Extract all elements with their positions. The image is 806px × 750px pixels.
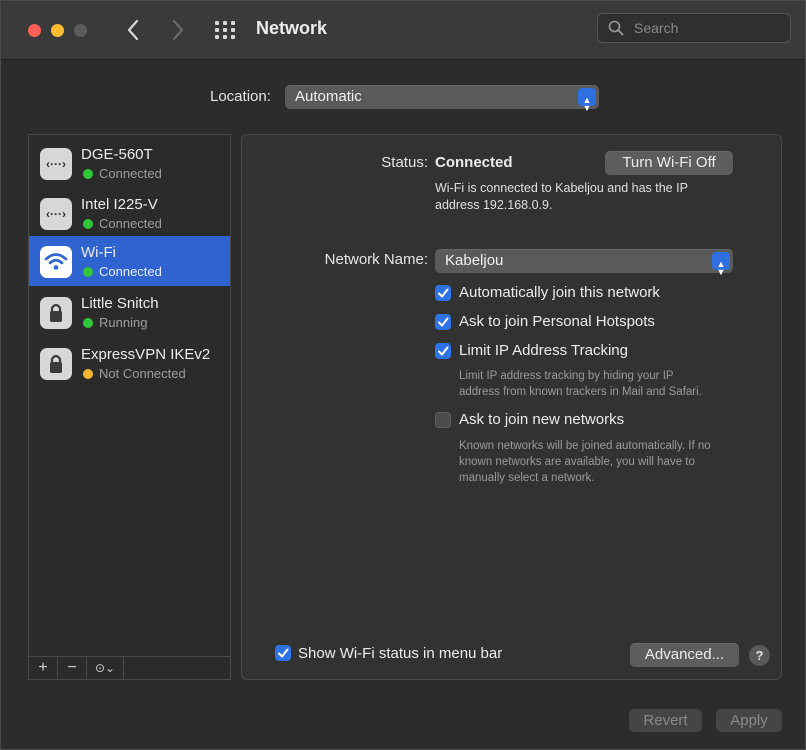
service-status: Running xyxy=(99,315,148,330)
services-sidebar: ‹···› DGE-560T Connected ‹···› Intel I22… xyxy=(28,134,231,680)
updown-chevron-icon: ▲ ▼ xyxy=(578,88,596,113)
wifi-icon xyxy=(40,246,72,278)
chevron-right-icon xyxy=(172,19,184,41)
ethernet-icon: ‹···› xyxy=(40,198,72,230)
service-status: Connected xyxy=(99,216,162,231)
limit-ip-tracking-checkbox[interactable] xyxy=(435,343,451,359)
lock-icon xyxy=(40,348,72,380)
back-button[interactable] xyxy=(122,15,144,45)
service-status: Not Connected xyxy=(99,366,186,381)
help-button[interactable]: ? xyxy=(749,645,770,666)
minimize-window-button[interactable] xyxy=(51,24,64,37)
checkmark-icon xyxy=(438,346,449,356)
sidebar-item-little-snitch[interactable]: Little Snitch Running xyxy=(29,287,230,337)
limit-ip-tracking-hint: Limit IP address tracking by hiding your… xyxy=(459,370,702,398)
network-preferences-window: Network Search Location: Automatic ▲ ▼ ‹·… xyxy=(0,0,806,750)
service-name: Little Snitch xyxy=(81,295,159,312)
apply-button[interactable]: Apply xyxy=(716,709,782,732)
network-name-label: Network Name: xyxy=(324,251,428,268)
service-status: Connected xyxy=(99,264,162,279)
title-bar: Network Search xyxy=(1,1,805,60)
status-dot-icon xyxy=(83,267,93,277)
ask-new-networks-checkbox[interactable] xyxy=(435,412,451,428)
auto-join-checkbox[interactable] xyxy=(435,285,451,301)
status-label: Status: xyxy=(381,154,428,171)
show-wifi-status-checkbox[interactable] xyxy=(275,645,291,661)
checkmark-icon xyxy=(438,288,449,298)
advanced-button[interactable]: Advanced... xyxy=(630,643,739,667)
forward-button[interactable] xyxy=(167,15,189,45)
sidebar-item-dge-560t[interactable]: ‹···› DGE-560T Connected xyxy=(29,138,230,188)
location-select[interactable]: Automatic ▲ ▼ xyxy=(285,85,599,113)
search-icon xyxy=(608,20,624,36)
status-value: Connected xyxy=(435,154,513,171)
network-name-value: Kabeljou xyxy=(445,252,504,269)
ask-hotspots-label[interactable]: Ask to join Personal Hotspots xyxy=(459,313,655,330)
status-dot-icon xyxy=(83,369,93,379)
service-status: Connected xyxy=(99,166,162,181)
search-placeholder: Search xyxy=(634,20,679,36)
chevron-left-icon xyxy=(127,19,139,41)
show-wifi-status-label[interactable]: Show Wi-Fi status in menu bar xyxy=(298,645,502,662)
status-dot-icon xyxy=(83,219,93,229)
window-title: Network xyxy=(256,18,328,38)
add-service-button[interactable]: + xyxy=(29,657,58,679)
show-all-grid-icon[interactable] xyxy=(215,21,237,39)
service-name: Wi-Fi xyxy=(81,244,116,261)
sidebar-item-intel-i225-v[interactable]: ‹···› Intel I225-V Connected xyxy=(29,188,230,238)
status-dot-icon xyxy=(83,318,93,328)
auto-join-label[interactable]: Automatically join this network xyxy=(459,284,660,301)
sidebar-item-expressvpn-ikev2[interactable]: ExpressVPN IKEv2 Not Connected xyxy=(29,338,230,388)
service-name: ExpressVPN IKEv2 xyxy=(81,346,211,363)
service-name: Intel I225-V xyxy=(81,196,158,213)
turn-wifi-off-button[interactable]: Turn Wi-Fi Off xyxy=(605,151,733,175)
search-field[interactable]: Search xyxy=(597,13,791,43)
status-description: Wi-Fi is connected to Kabeljou and has t… xyxy=(435,181,688,212)
ethernet-icon: ‹···› xyxy=(40,148,72,180)
checkmark-icon xyxy=(278,648,289,658)
sidebar-item-wi-fi[interactable]: Wi-Fi Connected xyxy=(29,236,230,286)
ask-new-networks-hint: Known networks will be joined automatica… xyxy=(459,440,711,484)
wifi-detail-panel: Status: Connected Turn Wi-Fi Off Wi-Fi i… xyxy=(241,134,782,680)
limit-ip-tracking-label[interactable]: Limit IP Address Tracking xyxy=(459,342,628,359)
ask-hotspots-checkbox[interactable] xyxy=(435,314,451,330)
lock-icon xyxy=(40,297,72,329)
service-name: DGE-560T xyxy=(81,146,153,163)
sidebar-toolbar: + − ⊙⌄ xyxy=(29,656,230,679)
ask-new-networks-label[interactable]: Ask to join new networks xyxy=(459,411,624,428)
checkmark-icon xyxy=(438,317,449,327)
revert-button[interactable]: Revert xyxy=(629,709,702,732)
action-menu-button[interactable]: ⊙⌄ xyxy=(87,657,124,679)
location-value: Automatic xyxy=(295,88,362,105)
network-name-select[interactable]: Kabeljou ▲ ▼ xyxy=(435,249,733,277)
updown-chevron-icon: ▲ ▼ xyxy=(712,252,730,277)
zoom-window-button[interactable] xyxy=(74,24,87,37)
close-window-button[interactable] xyxy=(28,24,41,37)
remove-service-button[interactable]: − xyxy=(58,657,87,679)
status-dot-icon xyxy=(83,169,93,179)
location-label: Location: xyxy=(210,88,271,105)
